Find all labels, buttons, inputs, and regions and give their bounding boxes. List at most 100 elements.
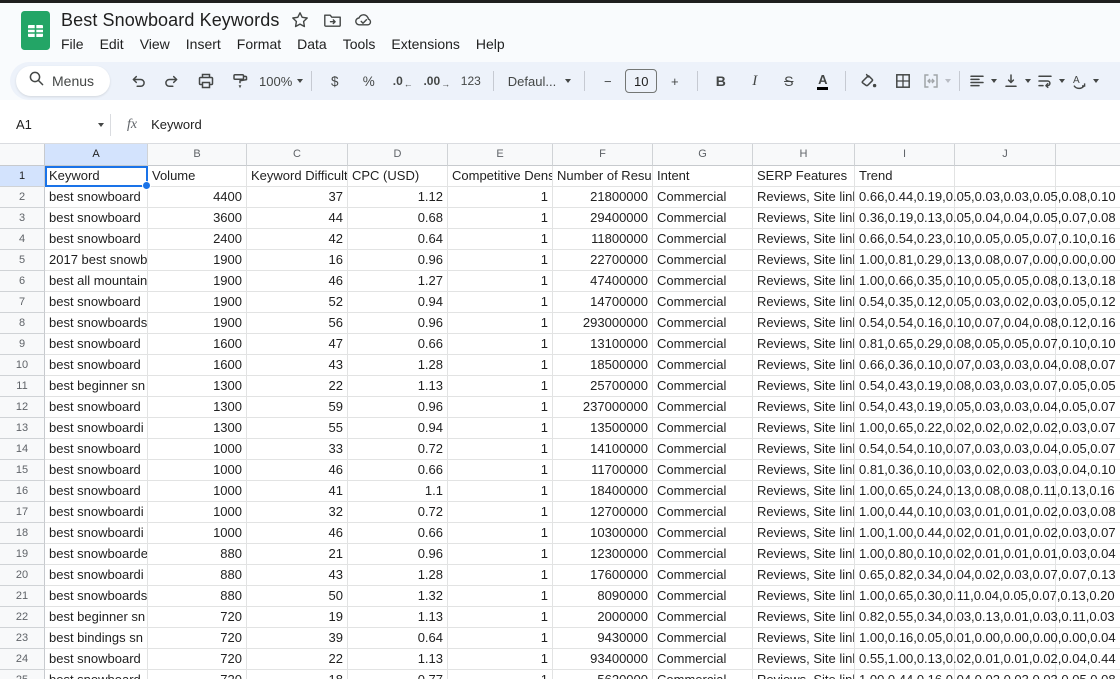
increase-decimal-button[interactable]: .00→ xyxy=(420,67,453,95)
cell-C3[interactable]: 44 xyxy=(247,208,348,229)
cell-I21[interactable]: 1.00,0.65,0.30,0.11,0.04,0.05,0.07,0.13,… xyxy=(855,586,955,607)
row-header-23[interactable]: 23 xyxy=(0,628,45,649)
cell-F21[interactable]: 8090000 xyxy=(553,586,653,607)
bold-button[interactable]: B xyxy=(704,67,737,95)
cell-E21[interactable]: 1 xyxy=(448,586,553,607)
cell-B16[interactable]: 1000 xyxy=(148,481,247,502)
cell-A2[interactable]: best snowboard xyxy=(45,187,148,208)
cell-B13[interactable]: 1300 xyxy=(148,418,247,439)
cell-A5[interactable]: 2017 best snowbo xyxy=(45,250,148,271)
cell-D18[interactable]: 0.66 xyxy=(348,523,448,544)
cell-B8[interactable]: 1900 xyxy=(148,313,247,334)
cell-C16[interactable]: 41 xyxy=(247,481,348,502)
borders-button[interactable] xyxy=(886,67,919,95)
cell-G11[interactable]: Commercial xyxy=(653,376,753,397)
cell-C23[interactable]: 39 xyxy=(247,628,348,649)
cell-E9[interactable]: 1 xyxy=(448,334,553,355)
cell-G15[interactable]: Commercial xyxy=(653,460,753,481)
search-menus-button[interactable]: Menus xyxy=(16,66,110,96)
cell-B17[interactable]: 1000 xyxy=(148,502,247,523)
cell-E10[interactable]: 1 xyxy=(448,355,553,376)
cell-H15[interactable]: Reviews, Site links xyxy=(753,460,855,481)
cell-F6[interactable]: 47400000 xyxy=(553,271,653,292)
column-header-F[interactable]: F xyxy=(553,144,653,166)
row-header-21[interactable]: 21 xyxy=(0,586,45,607)
cell-F5[interactable]: 22700000 xyxy=(553,250,653,271)
cell-F15[interactable]: 11700000 xyxy=(553,460,653,481)
column-header-E[interactable]: E xyxy=(448,144,553,166)
cell-D5[interactable]: 0.96 xyxy=(348,250,448,271)
column-header-D[interactable]: D xyxy=(348,144,448,166)
cell-H8[interactable]: Reviews, Site links xyxy=(753,313,855,334)
cell-D9[interactable]: 0.66 xyxy=(348,334,448,355)
cell-I24[interactable]: 0.55,1.00,0.13,0.02,0.01,0.01,0.02,0.04,… xyxy=(855,649,955,670)
cell-A24[interactable]: best snowboard xyxy=(45,649,148,670)
cell-H12[interactable]: Reviews, Site links xyxy=(753,397,855,418)
cell-I10[interactable]: 0.66,0.36,0.10,0.07,0.03,0.03,0.04,0.08,… xyxy=(855,355,955,376)
cell-A17[interactable]: best snowboardi xyxy=(45,502,148,523)
cell-H17[interactable]: Reviews, Site links xyxy=(753,502,855,523)
cell-A12[interactable]: best snowboard xyxy=(45,397,148,418)
cell-F18[interactable]: 10300000 xyxy=(553,523,653,544)
cell-E8[interactable]: 1 xyxy=(448,313,553,334)
cell-H13[interactable]: Reviews, Site links xyxy=(753,418,855,439)
cell-F2[interactable]: 21800000 xyxy=(553,187,653,208)
cell-E7[interactable]: 1 xyxy=(448,292,553,313)
cell-F1[interactable]: Number of Results xyxy=(553,166,653,187)
cell-J1[interactable] xyxy=(955,166,1056,187)
row-header-22[interactable]: 22 xyxy=(0,607,45,628)
cell-A18[interactable]: best snowboardi xyxy=(45,523,148,544)
cell-G4[interactable]: Commercial xyxy=(653,229,753,250)
merge-cells-button[interactable] xyxy=(920,67,953,95)
cell-C19[interactable]: 21 xyxy=(247,544,348,565)
cell-D7[interactable]: 0.94 xyxy=(348,292,448,313)
row-header-17[interactable]: 17 xyxy=(0,502,45,523)
row-header-16[interactable]: 16 xyxy=(0,481,45,502)
cell-B10[interactable]: 1600 xyxy=(148,355,247,376)
cell-F23[interactable]: 9430000 xyxy=(553,628,653,649)
cell-A3[interactable]: best snowboard xyxy=(45,208,148,229)
selection-fill-handle[interactable] xyxy=(142,181,151,190)
row-header-2[interactable]: 2 xyxy=(0,187,45,208)
cell-B2[interactable]: 4400 xyxy=(148,187,247,208)
redo-button[interactable] xyxy=(155,67,188,95)
cell-H23[interactable]: Reviews, Site links xyxy=(753,628,855,649)
cell-B11[interactable]: 1300 xyxy=(148,376,247,397)
cell-B25[interactable]: 720 xyxy=(148,670,247,679)
cell-E17[interactable]: 1 xyxy=(448,502,553,523)
row-header-8[interactable]: 8 xyxy=(0,313,45,334)
cell-E6[interactable]: 1 xyxy=(448,271,553,292)
cell-C2[interactable]: 37 xyxy=(247,187,348,208)
cell-G2[interactable]: Commercial xyxy=(653,187,753,208)
cell-D21[interactable]: 1.32 xyxy=(348,586,448,607)
cell-I16[interactable]: 1.00,0.65,0.24,0.13,0.08,0.08,0.11,0.13,… xyxy=(855,481,955,502)
cell-E23[interactable]: 1 xyxy=(448,628,553,649)
cell-A9[interactable]: best snowboard xyxy=(45,334,148,355)
cell-D2[interactable]: 1.12 xyxy=(348,187,448,208)
cloud-saved-icon[interactable] xyxy=(353,9,375,31)
cell-H25[interactable]: Reviews, Site links xyxy=(753,670,855,679)
cell-K1[interactable] xyxy=(1056,166,1120,187)
zoom-select[interactable]: 100% xyxy=(257,67,305,95)
cell-H9[interactable]: Reviews, Site links xyxy=(753,334,855,355)
row-header-1[interactable]: 1 xyxy=(0,166,45,187)
cell-B9[interactable]: 1600 xyxy=(148,334,247,355)
column-header-J[interactable]: J xyxy=(955,144,1056,166)
cell-C21[interactable]: 50 xyxy=(247,586,348,607)
cell-I13[interactable]: 1.00,0.65,0.22,0.02,0.02,0.02,0.02,0.03,… xyxy=(855,418,955,439)
cell-H3[interactable]: Reviews, Site links xyxy=(753,208,855,229)
cell-G14[interactable]: Commercial xyxy=(653,439,753,460)
row-header-4[interactable]: 4 xyxy=(0,229,45,250)
cell-I6[interactable]: 1.00,0.66,0.35,0.10,0.05,0.05,0.08,0.13,… xyxy=(855,271,955,292)
row-header-7[interactable]: 7 xyxy=(0,292,45,313)
cell-C14[interactable]: 33 xyxy=(247,439,348,460)
cell-name-box[interactable]: A1 xyxy=(0,117,104,132)
cell-H2[interactable]: Reviews, Site links xyxy=(753,187,855,208)
cell-D4[interactable]: 0.64 xyxy=(348,229,448,250)
cell-D10[interactable]: 1.28 xyxy=(348,355,448,376)
undo-button[interactable] xyxy=(121,67,154,95)
cell-D16[interactable]: 1.1 xyxy=(348,481,448,502)
cell-G6[interactable]: Commercial xyxy=(653,271,753,292)
cell-C13[interactable]: 55 xyxy=(247,418,348,439)
decrease-decimal-button[interactable]: .0← xyxy=(386,67,419,95)
